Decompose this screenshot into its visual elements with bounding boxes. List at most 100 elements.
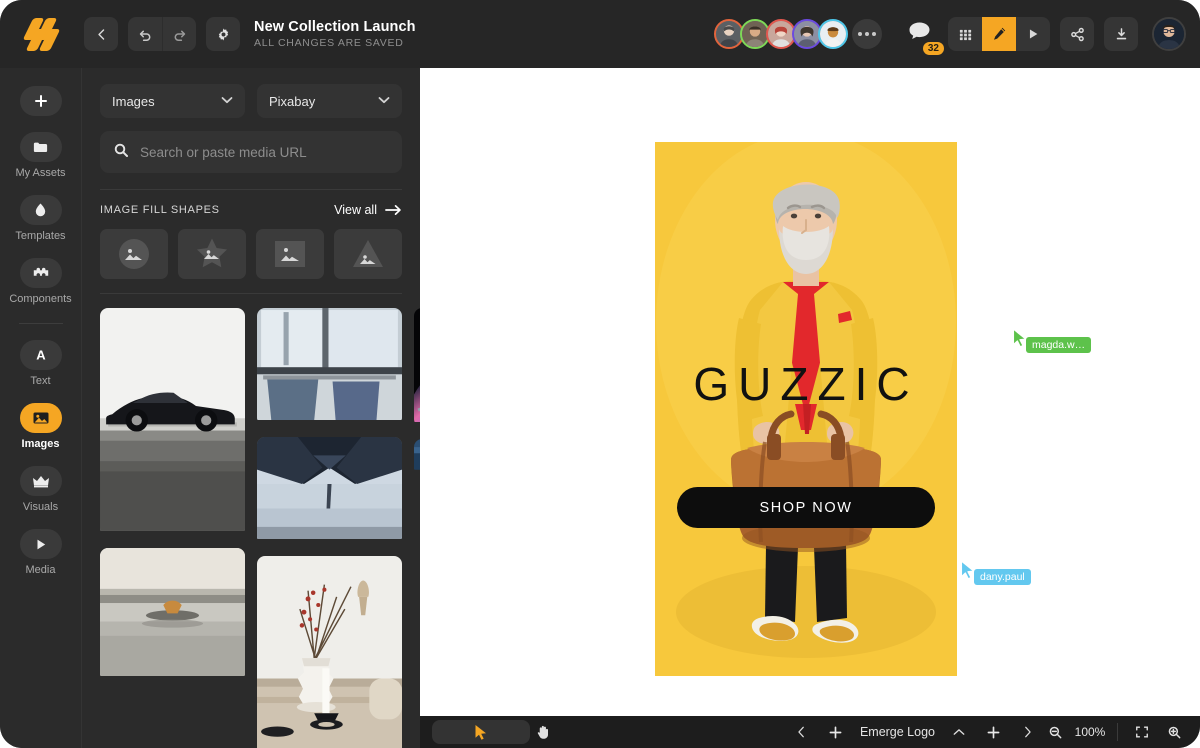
- present-mode-button[interactable]: [1016, 17, 1050, 51]
- star-fill-shape[interactable]: [178, 229, 246, 279]
- hand-tool-button[interactable]: [530, 720, 558, 744]
- sidebar-item-templates[interactable]: Templates: [0, 195, 81, 242]
- zoom-out-icon: [1048, 725, 1063, 740]
- panel-selects: Images Pixabay: [100, 84, 402, 118]
- zoom-level[interactable]: 100%: [1073, 725, 1107, 739]
- plus-icon: [987, 726, 1000, 739]
- folder-icon: [20, 132, 62, 162]
- share-button[interactable]: [1060, 17, 1094, 51]
- bottom-divider: [1117, 723, 1118, 741]
- redo-icon: [172, 27, 187, 42]
- zoom-controls: 100%: [1041, 720, 1200, 744]
- grid-icon: [958, 27, 973, 42]
- plus-icon: [829, 726, 842, 739]
- thumb-window-interior[interactable]: [257, 308, 402, 425]
- media-type-value: Images: [112, 94, 155, 109]
- thumb-white-vase-branches[interactable]: [257, 556, 402, 748]
- thumbnail-image: [257, 308, 402, 420]
- circle-image-icon: [117, 237, 151, 271]
- avatar-image: [716, 21, 742, 47]
- thumbnail-image: [100, 548, 245, 677]
- next-page-button[interactable]: [1013, 720, 1041, 744]
- circle-fill-shape[interactable]: [100, 229, 168, 279]
- sidebar-item-text[interactable]: A Text: [0, 340, 81, 387]
- save-status: ALL CHANGES ARE SAVED: [254, 37, 416, 49]
- poster-artboard[interactable]: GUZZIC SHOP NOW: [655, 142, 957, 676]
- avatar-image: [820, 21, 846, 47]
- sidebar-item-components[interactable]: Components: [0, 258, 81, 305]
- avatar-image: [794, 21, 820, 47]
- avatar-image: [742, 21, 768, 47]
- sidebar-item-images[interactable]: Images: [0, 403, 81, 450]
- comments-button[interactable]: 32: [906, 20, 932, 49]
- undo-button[interactable]: [128, 17, 162, 51]
- avatar-image: [1154, 19, 1184, 49]
- page-title: New Collection Launch: [254, 19, 416, 36]
- sidebar-item-media[interactable]: Media: [0, 529, 81, 576]
- triangle-fill-shape[interactable]: [334, 229, 402, 279]
- media-type-select[interactable]: Images: [100, 84, 245, 118]
- app-window: New Collection Launch ALL CHANGES ARE SA…: [0, 0, 1200, 748]
- ellipsis-icon: [872, 32, 876, 36]
- poster-title: GUZZIC: [655, 357, 957, 411]
- media-source-value: Pixabay: [269, 94, 315, 109]
- cursor-arrow-icon: [474, 724, 488, 740]
- shop-now-button[interactable]: SHOP NOW: [677, 487, 935, 528]
- brand-slash-logo: [24, 17, 60, 51]
- view-mode-group: [948, 17, 1050, 51]
- image-fill-shapes-row: [82, 217, 420, 279]
- search-input[interactable]: Search or paste media URL: [100, 131, 402, 173]
- panel-divider-2: [100, 293, 402, 294]
- history-button-group: [128, 17, 196, 51]
- back-button[interactable]: [84, 17, 118, 51]
- fit-screen-icon: [1135, 725, 1149, 739]
- edit-mode-button[interactable]: [982, 17, 1016, 51]
- zoom-out-button[interactable]: [1041, 720, 1069, 744]
- sidebar-item-label: Visuals: [23, 501, 58, 513]
- thumb-misty-lake-rower[interactable]: [100, 548, 245, 682]
- sidebar-item-visuals[interactable]: Visuals: [0, 466, 81, 513]
- letter-a-icon: A: [20, 340, 62, 370]
- design-canvas[interactable]: GUZZIC SHOP NOW magda.w… dany.paul: [420, 68, 1200, 716]
- sidebar-item-label: Images: [22, 438, 60, 450]
- thumb-dark-architecture[interactable]: [257, 437, 402, 544]
- chevron-down-icon: [221, 95, 233, 107]
- document-title-block[interactable]: New Collection Launch ALL CHANGES ARE SA…: [254, 19, 416, 50]
- canvas-bottom-bar: Emerge Logo 100%: [420, 716, 1200, 748]
- panel-controls: Images Pixabay Search or paste media URL: [82, 84, 420, 173]
- media-thumbnail-grid: [82, 308, 420, 748]
- cursor-label: magda.w…: [1026, 337, 1091, 353]
- view-all-button[interactable]: View all: [334, 203, 402, 217]
- grid-view-button[interactable]: [948, 17, 982, 51]
- fit-screen-button[interactable]: [1128, 720, 1156, 744]
- collapse-pages-button[interactable]: [945, 720, 973, 744]
- arrow-right-icon: [385, 204, 402, 216]
- prev-page-button[interactable]: [788, 720, 816, 744]
- left-sidebar: My Assets Templates Components A Text: [0, 68, 82, 748]
- undo-icon: [138, 27, 153, 42]
- more-collaborators-button[interactable]: [852, 19, 882, 49]
- download-button[interactable]: [1104, 17, 1138, 51]
- thumb-black-sports-car[interactable]: [100, 308, 245, 536]
- app-logo[interactable]: [0, 17, 84, 51]
- section-title: IMAGE FILL SHAPES: [100, 204, 220, 216]
- add-slide-button[interactable]: [979, 720, 1007, 744]
- comments-count-badge: 32: [923, 42, 944, 55]
- sidebar-item-my-assets[interactable]: My Assets: [0, 132, 81, 179]
- sidebar-item-label: My Assets: [15, 167, 65, 179]
- current-page-name[interactable]: Emerge Logo: [856, 725, 939, 739]
- settings-button[interactable]: [206, 17, 240, 51]
- collaborator-avatar[interactable]: [818, 19, 848, 49]
- account-avatar[interactable]: [1152, 17, 1186, 51]
- sidebar-item-add[interactable]: [0, 86, 81, 116]
- zoom-in-button[interactable]: [1160, 720, 1188, 744]
- select-tool-button[interactable]: [432, 720, 530, 744]
- share-icon: [1070, 27, 1085, 42]
- cursor-label: dany.paul: [974, 569, 1031, 585]
- page-navigation: Emerge Logo: [788, 720, 1041, 744]
- pencil-icon: [991, 26, 1007, 42]
- rectangle-fill-shape[interactable]: [256, 229, 324, 279]
- add-page-button[interactable]: [822, 720, 850, 744]
- media-source-select[interactable]: Pixabay: [257, 84, 402, 118]
- redo-button[interactable]: [162, 17, 196, 51]
